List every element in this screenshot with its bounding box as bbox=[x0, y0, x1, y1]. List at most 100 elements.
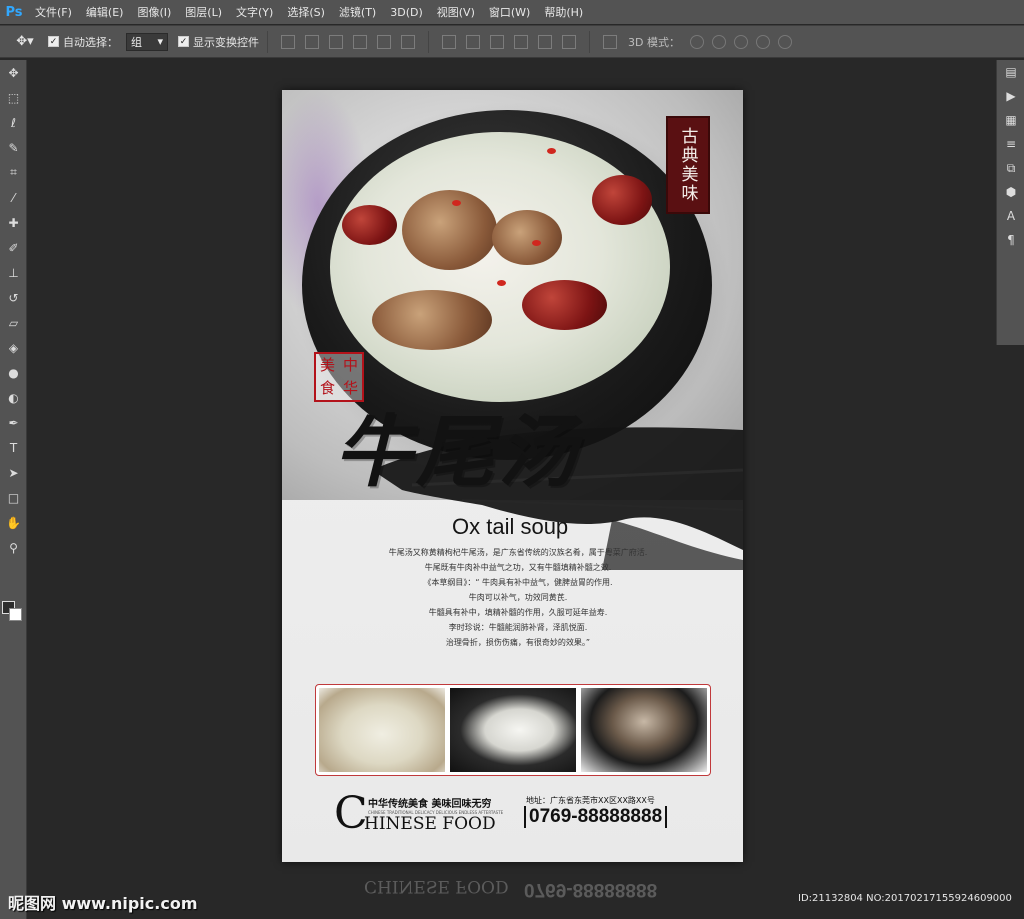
distribute-right-icon[interactable] bbox=[562, 34, 576, 49]
show-transform-label: 显示变换控件 bbox=[193, 35, 259, 49]
marquee-icon[interactable]: ⬚ bbox=[0, 85, 27, 110]
image-id-watermark: ID:21132804 NO:20170217155924609000 bbox=[798, 893, 1012, 904]
distribute-top-icon[interactable] bbox=[442, 34, 456, 49]
red-date bbox=[522, 280, 607, 330]
description-line: 《本草纲目》：“ 牛肉具有补中益气，健脾益胃的作用. bbox=[423, 578, 613, 587]
oxtail-piece bbox=[372, 290, 492, 350]
auto-select-checkbox[interactable]: ✓ bbox=[48, 36, 59, 47]
menu-edit[interactable]: 编辑(E) bbox=[79, 4, 131, 20]
footer-phone: 0769-88888888 bbox=[524, 806, 668, 828]
eraser-icon[interactable]: ▱ bbox=[0, 310, 27, 335]
align-bottom-icon[interactable] bbox=[329, 34, 343, 49]
auto-select-option[interactable]: ✓ 自动选择： 组 ▾ bbox=[48, 32, 168, 51]
menu-bar: Ps 文件(F) 编辑(E) 图像(I) 图层(L) 文字(Y) 选择(S) 滤… bbox=[0, 0, 1024, 24]
align-left-icon[interactable] bbox=[353, 34, 367, 49]
quick-select-icon[interactable]: ✎ bbox=[0, 135, 27, 160]
pan-3d-icon[interactable] bbox=[733, 34, 748, 49]
lasso-icon[interactable]: ℓ bbox=[0, 110, 27, 135]
eyedropper-icon[interactable]: ⁄ bbox=[0, 185, 27, 210]
menu-select[interactable]: 选择(S) bbox=[280, 4, 332, 20]
poster-title-chinese: 牛尾汤 bbox=[334, 407, 581, 498]
menu-3d[interactable]: 3D(D) bbox=[383, 6, 430, 19]
menu-help[interactable]: 帮助(H) bbox=[537, 4, 590, 20]
description-line: 治理骨折，损伤伤痛，有很奇妙的效果。” bbox=[445, 638, 591, 647]
auto-select-dropdown[interactable]: 组 ▾ bbox=[126, 32, 168, 51]
stamp-icon[interactable]: ⊥ bbox=[0, 260, 27, 285]
healing-icon[interactable]: ✚ bbox=[0, 210, 27, 235]
align-right-icon[interactable] bbox=[401, 34, 415, 49]
goji-berry bbox=[497, 280, 506, 286]
character-panel-icon[interactable]: A bbox=[997, 204, 1024, 228]
divider bbox=[428, 30, 429, 53]
roll-3d-icon[interactable] bbox=[711, 34, 726, 49]
actions-panel-icon[interactable]: ▶ bbox=[997, 84, 1024, 108]
distribute-hcenter-icon[interactable] bbox=[538, 34, 552, 49]
move-icon[interactable]: ✥ bbox=[0, 60, 27, 85]
panel-dock: ▤ ▶ ▦ ≡ ⧉ ⬢ A ¶ bbox=[996, 60, 1024, 345]
adjustments-panel-icon[interactable]: ≡ bbox=[997, 132, 1024, 156]
goji-berry bbox=[547, 148, 556, 154]
site-watermark: 昵图网 www.nipic.com bbox=[8, 894, 198, 913]
align-top-icon[interactable] bbox=[281, 34, 295, 49]
menu-window[interactable]: 窗口(W) bbox=[482, 4, 537, 20]
type-icon[interactable]: T bbox=[0, 435, 27, 460]
menu-file[interactable]: 文件(F) bbox=[28, 4, 79, 20]
auto-select-value: 组 bbox=[131, 35, 142, 49]
hand-icon[interactable]: ✋ bbox=[0, 510, 27, 535]
brush-icon[interactable]: ✐ bbox=[0, 235, 27, 260]
show-transform-checkbox[interactable]: ✓ bbox=[178, 36, 189, 47]
footer-big-letter: C bbox=[334, 788, 368, 839]
divider bbox=[589, 30, 590, 53]
reflection-phone: 0769-88888888 bbox=[524, 879, 658, 900]
seal-vertical-label: 古典美味 bbox=[666, 116, 710, 214]
description-line: 牛尾既有牛肉补中益气之功，又有牛髓填精补髓之效. bbox=[424, 563, 612, 572]
crop-icon[interactable]: ⌗ bbox=[0, 160, 27, 185]
poster-description: 牛尾汤又称黄精枸杞牛尾汤，是广东省传统的汉族名肴，属于粤菜广府活. 牛尾既有牛肉… bbox=[368, 545, 668, 650]
menu-view[interactable]: 视图(V) bbox=[430, 4, 482, 20]
dodge-icon[interactable]: ◐ bbox=[0, 385, 27, 410]
move-tool-preset-icon[interactable]: ✥▾ bbox=[12, 32, 38, 52]
menu-layer[interactable]: 图层(L) bbox=[178, 4, 229, 20]
stamp-char: 中 bbox=[342, 356, 358, 374]
scale-3d-icon[interactable] bbox=[777, 34, 792, 49]
history-panel-icon[interactable]: ▤ bbox=[997, 60, 1024, 84]
slide-3d-icon[interactable] bbox=[755, 34, 770, 49]
menu-image[interactable]: 图像(I) bbox=[130, 4, 178, 20]
3d-panel-icon[interactable]: ⬢ bbox=[997, 180, 1024, 204]
poster-footer: C 中华传统美食 美味回味无穷 CHINESE TRADITIONAL DELI… bbox=[334, 788, 724, 840]
orbit-3d-icon[interactable] bbox=[689, 34, 704, 49]
footer-slogan: 中华传统美食 美味回味无穷 bbox=[368, 799, 492, 810]
properties-panel-icon[interactable]: ▦ bbox=[997, 108, 1024, 132]
show-transform-option[interactable]: ✓ 显示变换控件 bbox=[178, 34, 259, 50]
distribute-bottom-icon[interactable] bbox=[490, 34, 504, 49]
distribute-vcenter-icon[interactable] bbox=[466, 34, 480, 49]
path-select-icon[interactable]: ➤ bbox=[0, 460, 27, 485]
menu-type[interactable]: 文字(Y) bbox=[229, 4, 280, 20]
thumbnail-photo bbox=[450, 688, 576, 772]
description-line: 李时珍说：牛髓能润肺补肾，泽肌悦面. bbox=[448, 623, 588, 632]
align-vcenter-icon[interactable] bbox=[305, 34, 319, 49]
goji-berry bbox=[452, 200, 461, 206]
rectangle-icon[interactable]: □ bbox=[0, 485, 27, 510]
reflection-english: CHINESE FOOD bbox=[364, 876, 509, 896]
auto-align-icon[interactable] bbox=[603, 34, 617, 49]
poster-document[interactable]: 古典美味 美 中 食 华 牛尾汤 Ox tail soup 牛尾汤又称黄精枸杞牛… bbox=[282, 90, 743, 862]
align-hcenter-icon[interactable] bbox=[377, 34, 391, 49]
bucket-icon[interactable]: ◈ bbox=[0, 335, 27, 360]
zoom-icon[interactable]: ⚲ bbox=[0, 535, 27, 560]
thumbnail-photo bbox=[319, 688, 445, 772]
history-brush-icon[interactable]: ↺ bbox=[0, 285, 27, 310]
description-line: 牛肉可以补气，功效同黄芪. bbox=[468, 593, 568, 602]
red-date bbox=[342, 205, 397, 245]
tools-panel: ✥ ⬚ ℓ ✎ ⌗ ⁄ ✚ ✐ ⊥ ↺ ▱ ◈ ● ◐ ✒ T ➤ □ ✋ ⚲ bbox=[0, 60, 27, 919]
distribute-left-icon[interactable] bbox=[514, 34, 528, 49]
blur-icon[interactable]: ● bbox=[0, 360, 27, 385]
paragraph-panel-icon[interactable]: ¶ bbox=[997, 228, 1024, 252]
thumbnail-photo bbox=[581, 688, 707, 772]
footer-english: HINESE FOOD bbox=[364, 814, 496, 834]
goji-berry bbox=[532, 240, 541, 246]
menu-filter[interactable]: 滤镜(T) bbox=[332, 4, 383, 20]
pen-icon[interactable]: ✒ bbox=[0, 410, 27, 435]
layers-panel-icon[interactable]: ⧉ bbox=[997, 156, 1024, 180]
background-color-swatch[interactable] bbox=[9, 608, 22, 621]
